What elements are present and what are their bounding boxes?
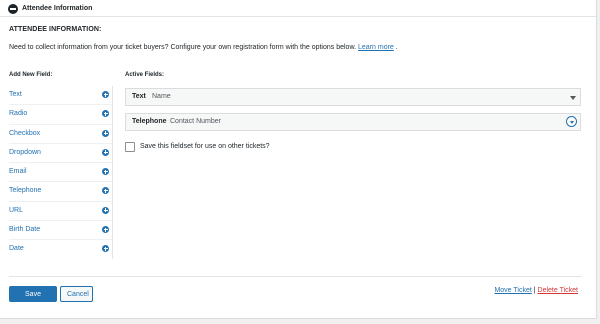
add-new-field-label: Add New Field:	[9, 72, 53, 78]
field-label: Date	[9, 245, 24, 253]
field-label: Checkbox	[9, 129, 41, 137]
delete-ticket-link[interactable]: Delete Ticket	[538, 287, 578, 294]
add-field-dropdown[interactable]: Dropdown	[9, 144, 112, 164]
plus-circle-icon[interactable]	[102, 148, 109, 156]
ticket-editor-panel: Attendee Information ATTENDEE INFORMATIO…	[0, 0, 597, 319]
add-field-radio[interactable]: Radio	[9, 105, 112, 125]
active-field-type: Telephone	[132, 118, 167, 125]
field-label: Radio	[9, 110, 28, 118]
save-fieldset-label: Save this fieldset for use on other tick…	[140, 143, 270, 150]
active-field-name: Name	[152, 93, 171, 100]
cancel-button[interactable]: Cancel	[60, 286, 93, 302]
active-field-telephone[interactable]: Telephone Contact Number	[125, 113, 581, 131]
field-label: Text	[9, 91, 22, 98]
plus-circle-icon[interactable]	[102, 110, 109, 118]
add-field-birth-date[interactable]: Birth Date	[9, 221, 112, 241]
plus-circle-icon[interactable]	[102, 245, 109, 253]
plus-circle-icon[interactable]	[102, 206, 109, 214]
active-field-name: Contact Number	[170, 118, 221, 125]
link-separator: |	[533, 287, 536, 294]
active-field-type: Text	[132, 93, 146, 100]
caret-down-icon[interactable]	[570, 96, 576, 100]
add-field-checkbox[interactable]: Checkbox	[9, 125, 112, 144]
save-ticket-button[interactable]: Save ticket	[9, 286, 57, 312]
minus-circle-icon[interactable]	[8, 4, 18, 14]
move-ticket-link[interactable]: Move Ticket	[494, 287, 531, 294]
plus-circle-icon[interactable]	[102, 168, 109, 176]
divider	[9, 276, 582, 277]
field-label: Dropdown	[9, 148, 41, 156]
field-label: URL	[9, 206, 24, 214]
active-field-text[interactable]: Text Name	[125, 88, 581, 106]
field-label: Birth Date	[9, 226, 41, 234]
add-field-url[interactable]: URL	[9, 202, 112, 222]
add-field-list: Text Radio Checkbox Dropdown Email Telep…	[9, 86, 113, 259]
section-title: ATTENDEE INFORMATION:	[9, 26, 102, 33]
save-fieldset-checkbox[interactable]	[125, 142, 135, 152]
field-label: Email	[9, 168, 27, 176]
plus-circle-icon[interactable]	[102, 226, 109, 234]
attendee-info-header[interactable]: Attendee Information	[0, 0, 596, 17]
field-label: Telephone	[9, 187, 42, 195]
ticket-actions: Move Ticket | Delete Ticket	[494, 286, 578, 296]
plus-circle-icon[interactable]	[102, 91, 109, 98]
intro-text: Need to collect information from your ti…	[9, 44, 398, 51]
chevron-down-circle-icon[interactable]	[566, 116, 577, 127]
add-field-date[interactable]: Date	[9, 240, 112, 258]
intro-description: Need to collect information from your ti…	[9, 44, 357, 51]
plus-circle-icon[interactable]	[102, 129, 109, 137]
intro-suffix: .	[395, 44, 398, 51]
add-field-email[interactable]: Email	[9, 163, 112, 183]
add-field-text[interactable]: Text	[9, 86, 112, 106]
learn-more-link[interactable]: Learn more	[358, 44, 394, 51]
add-field-telephone[interactable]: Telephone	[9, 182, 112, 202]
active-fields-label: Active Fields:	[125, 72, 165, 78]
header-title: Attendee Information	[22, 5, 93, 12]
plus-circle-icon[interactable]	[102, 187, 109, 195]
